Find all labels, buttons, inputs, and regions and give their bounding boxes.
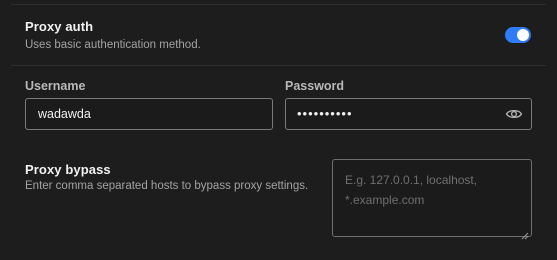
proxy-bypass-description: Enter comma separated hosts to bypass pr… (25, 180, 309, 192)
placeholder-line-1: E.g. 127.0.0.1, localhost, (345, 173, 478, 187)
proxy-bypass-title: Proxy bypass (25, 162, 111, 177)
section-divider (11, 65, 546, 66)
password-label: Password (285, 79, 345, 93)
password-input[interactable]: •••••••••• (285, 98, 532, 130)
username-input[interactable]: wadawda (25, 98, 273, 130)
proxy-auth-toggle[interactable] (505, 27, 531, 43)
proxy-settings-panel: Proxy auth Uses basic authentication met… (0, 0, 557, 260)
placeholder-line-2: *.example.com (345, 193, 425, 207)
toggle-knob (517, 29, 529, 41)
username-label: Username (25, 79, 86, 93)
password-masked-value: •••••••••• (297, 106, 353, 121)
resize-handle-icon[interactable] (521, 226, 529, 240)
top-divider (11, 4, 546, 5)
proxy-auth-title: Proxy auth (25, 19, 94, 34)
proxy-bypass-textarea[interactable]: E.g. 127.0.0.1, localhost, *.example.com (332, 159, 532, 240)
eye-icon[interactable] (505, 106, 523, 122)
proxy-auth-description: Uses basic authentication method. (25, 39, 201, 51)
